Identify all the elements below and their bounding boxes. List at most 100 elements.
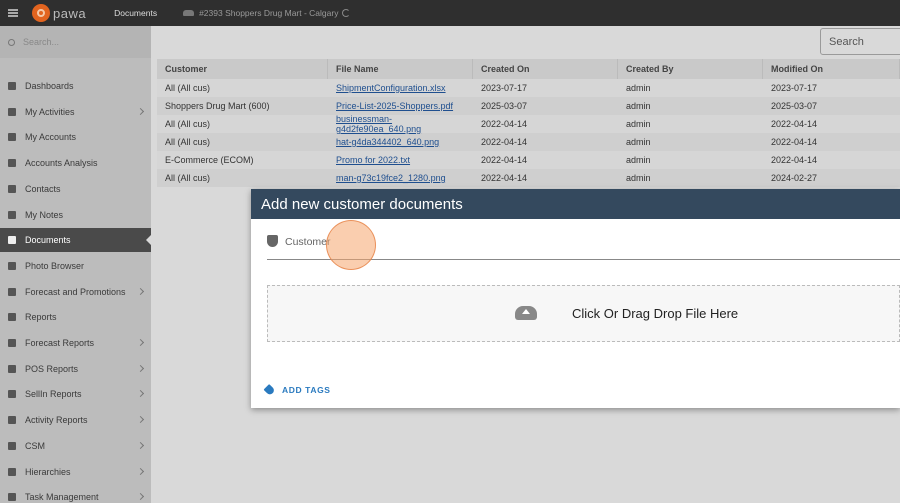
- sidebar-item[interactable]: My Notes: [0, 203, 151, 227]
- logo[interactable]: pawa: [32, 4, 86, 22]
- cell-modified-on: 2022-04-14: [771, 137, 818, 147]
- nav-icon: [8, 364, 16, 373]
- cell-customer: All (All cus): [165, 119, 211, 129]
- col-created-on[interactable]: Created On: [473, 59, 618, 79]
- sidebar-item[interactable]: CSM: [0, 434, 151, 458]
- cell-created-on: 2022-04-14: [481, 137, 528, 147]
- nav-icon: [8, 107, 16, 116]
- top-bar: pawa Documents #2393 Shoppers Drug Mart …: [0, 0, 900, 26]
- table-row[interactable]: All (All cus) hat-g4da344402_640.png 2022-…: [157, 133, 900, 151]
- sidebar-item[interactable]: Task Management: [0, 485, 151, 503]
- nav-icon: [8, 261, 16, 270]
- sidebar-item-label: My Accounts: [25, 132, 77, 143]
- cell-created-by: admin: [626, 83, 651, 93]
- file-link[interactable]: ShipmentConfiguration.xlsx: [336, 83, 446, 93]
- cell-created-on: 2022-04-14: [481, 173, 528, 183]
- chevron-right-icon: [136, 390, 145, 398]
- search-icon: [8, 38, 15, 46]
- cell-file-name: Price-List-2025-Shoppers.pdf: [328, 101, 473, 111]
- chevron-right-icon: [136, 364, 145, 372]
- cell-created-on: 2022-04-14: [481, 119, 528, 129]
- sidebar-item[interactable]: SellIn Reports: [0, 382, 151, 406]
- sidebar: Search... Dashboards My Activities My Acco…: [0, 26, 152, 503]
- nav-icon: [8, 441, 16, 450]
- sidebar-item-label: POS Reports: [25, 363, 79, 374]
- sidebar-item[interactable]: Forecast Reports: [0, 331, 151, 355]
- refresh-icon[interactable]: [342, 9, 351, 17]
- sidebar-item[interactable]: Forecast and Promotions: [0, 280, 151, 304]
- nav-icon: [8, 416, 16, 425]
- nav-icon: [8, 390, 16, 399]
- nav-icon: [8, 313, 16, 322]
- sidebar-item[interactable]: My Activities: [0, 100, 151, 124]
- chevron-right-icon: [136, 338, 145, 347]
- sidebar-item-label: My Notes: [25, 209, 64, 220]
- nav-icon: [8, 236, 16, 245]
- menu-icon[interactable]: [0, 0, 26, 26]
- table-row[interactable]: Shoppers Drug Mart (600) Price-List-2025-…: [157, 97, 900, 115]
- col-file-name[interactable]: File Name: [328, 59, 473, 79]
- cell-customer: All (All cus): [165, 137, 211, 147]
- search-input[interactable]: Search: [820, 28, 900, 55]
- sidebar-item[interactable]: Activity Reports: [0, 408, 151, 432]
- nav-icon: [8, 133, 16, 142]
- sidebar-item[interactable]: My Accounts: [0, 125, 151, 149]
- sidebar-search[interactable]: Search...: [0, 26, 151, 58]
- chevron-right-icon: [136, 107, 145, 115]
- table-row[interactable]: All (All cus) ShipmentConfiguration.xlsx 2…: [157, 79, 900, 97]
- shield-icon: [267, 235, 278, 247]
- store-selector[interactable]: #2393 Shoppers Drug Mart - Calgary: [183, 8, 351, 18]
- sidebar-item-label: Forecast Reports: [25, 338, 95, 348]
- sidebar-item-label: Contacts: [25, 183, 61, 194]
- sidebar-item[interactable]: Documents: [0, 228, 152, 253]
- cell-created-by: admin: [626, 155, 651, 165]
- table-row[interactable]: E-Commerce (ECOM) Promo for 2022.txt 2022-…: [157, 151, 900, 169]
- customer-label: Customer: [285, 236, 331, 248]
- sidebar-item-label: Hierarchies: [25, 466, 71, 477]
- sidebar-item-label: SellIn Reports: [25, 389, 82, 400]
- file-link[interactable]: Price-List-2025-Shoppers.pdf: [336, 101, 453, 111]
- table-row[interactable]: All (All cus) man-g73c19fce2_1280.png 2022…: [157, 169, 900, 187]
- table-row[interactable]: All (All cus) businessman-g4d2fe90ea_640.…: [157, 114, 900, 134]
- col-modified-on[interactable]: Modified On: [763, 59, 900, 79]
- nav-icon: [8, 287, 16, 296]
- file-link[interactable]: Promo for 2022.txt: [336, 155, 410, 165]
- cell-file-name: man-g73c19fce2_1280.png: [328, 173, 473, 183]
- sidebar-item[interactable]: Dashboards: [0, 74, 151, 98]
- file-link[interactable]: hat-g4da344402_640.png: [336, 137, 439, 147]
- sidebar-item[interactable]: Photo Browser: [0, 254, 151, 278]
- cell-modified-on: 2022-04-14: [771, 155, 818, 165]
- logo-text: pawa: [53, 5, 87, 21]
- cell-modified-on: 2023-07-17: [771, 83, 818, 93]
- nav-icon: [8, 210, 16, 219]
- sidebar-item[interactable]: POS Reports: [0, 357, 151, 381]
- col-created-by[interactable]: Created By: [618, 59, 763, 79]
- sidebar-item-label: CSM: [25, 440, 45, 451]
- sidebar-item-label: Task Management: [25, 492, 99, 503]
- sidebar-item[interactable]: Contacts: [0, 177, 151, 201]
- file-link[interactable]: businessman-g4d2fe90ea_640.png: [336, 114, 421, 134]
- sidebar-item[interactable]: Reports: [0, 305, 151, 329]
- col-customer[interactable]: Customer: [157, 59, 328, 79]
- table-header: Customer File Name Created On Created By…: [157, 59, 900, 79]
- tag-icon: [263, 383, 276, 397]
- file-drop-zone[interactable]: Click Or Drag Drop File Here: [267, 285, 900, 342]
- cell-created-by: admin: [626, 119, 651, 129]
- sidebar-search-placeholder: Search...: [23, 37, 60, 47]
- car-icon: [183, 10, 195, 16]
- sidebar-item-label: My Activities: [25, 106, 75, 117]
- sidebar-item[interactable]: Hierarchies: [0, 460, 151, 484]
- top-nav-documents[interactable]: Documents: [114, 8, 157, 18]
- file-link[interactable]: man-g73c19fce2_1280.png: [336, 173, 446, 183]
- sidebar-item-label: Accounts Analysis: [25, 158, 98, 169]
- sidebar-item-label: Forecast and Promotions: [25, 286, 126, 297]
- cell-customer: Shoppers Drug Mart (600): [165, 101, 270, 111]
- nav-icon: [8, 184, 16, 193]
- add-tags-button[interactable]: ADD TAGS: [263, 383, 331, 397]
- cell-created-on: 2025-03-07: [481, 101, 528, 111]
- sidebar-item[interactable]: Accounts Analysis: [0, 151, 151, 175]
- cell-file-name: hat-g4da344402_640.png: [328, 137, 473, 147]
- chevron-right-icon: [136, 493, 145, 501]
- drop-zone-text: Click Or Drag Drop File Here: [572, 306, 739, 321]
- cell-created-on: 2023-07-17: [481, 83, 528, 93]
